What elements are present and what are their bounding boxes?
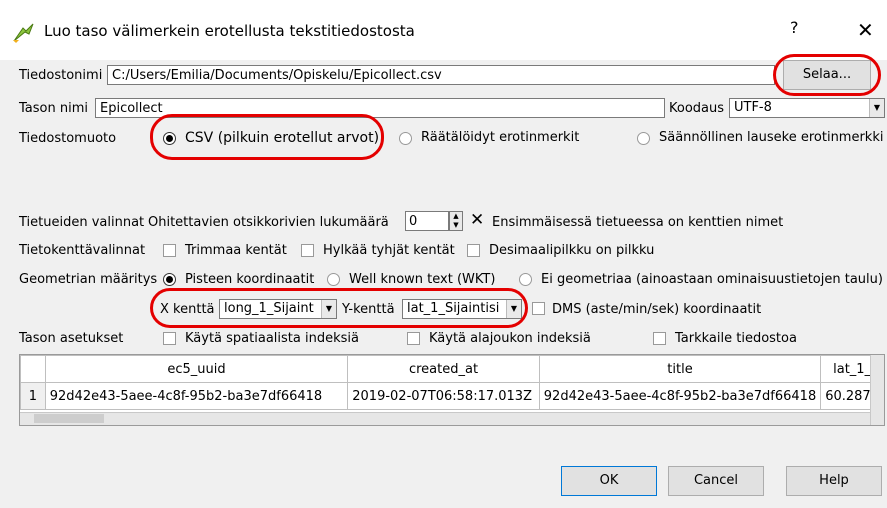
help-button[interactable]: Help — [786, 466, 882, 496]
csv-label: CSV (pilkuin erotellut arvot) — [185, 130, 380, 146]
vertical-scrollbar[interactable] — [870, 355, 884, 425]
table-row[interactable]: 1 92d42e43-5aee-4c8f-95b2-ba3e7df66418 2… — [20, 382, 884, 410]
decimal-comma-label: Desimaalipilkku on pilkku — [489, 243, 655, 258]
watch-file-checkbox[interactable] — [653, 332, 666, 345]
y-field-select[interactable]: lat_1_Sijaintisi ▼ — [402, 299, 522, 319]
point-coords-label: Pisteen koordinaatit — [185, 272, 315, 287]
trim-checkbox[interactable] — [163, 244, 176, 257]
dms-checkbox[interactable] — [532, 302, 545, 315]
dms-label: DMS (aste/min/sek) koordinaatit — [552, 302, 762, 317]
subset-index-checkbox[interactable] — [407, 332, 420, 345]
discard-empty-checkbox[interactable] — [301, 244, 314, 257]
scroll-thumb[interactable] — [34, 414, 104, 423]
wkt-label: Well known text (WKT) — [349, 272, 496, 287]
no-geometry-radio[interactable] — [519, 273, 532, 286]
custom-delim-radio[interactable] — [399, 132, 412, 145]
window-title: Luo taso välimerkein erotellusta tekstit… — [44, 22, 415, 40]
preview-table[interactable]: ec5_uuid created_at title lat_1_ 1 92d42… — [19, 354, 885, 426]
y-field-value: lat_1_Sijaintisi — [407, 301, 500, 316]
encoding-value: UTF-8 — [734, 100, 772, 115]
wkt-radio[interactable] — [327, 273, 340, 286]
table-header-row: ec5_uuid created_at title lat_1_ — [20, 355, 884, 383]
encoding-label: Koodaus — [669, 101, 725, 116]
watch-file-label: Tarkkaile tiedostoa — [675, 331, 797, 346]
column-header[interactable]: created_at — [347, 355, 540, 383]
skip-lines-spinner[interactable]: ▲ ▼ — [449, 211, 463, 231]
browse-button[interactable]: Selaa... — [783, 60, 871, 90]
preview-grid: ec5_uuid created_at title lat_1_ 1 92d42… — [20, 355, 884, 410]
first-record-checkbox[interactable]: ✕ — [470, 210, 484, 230]
geometry-label: Geometrian määritys — [19, 272, 158, 287]
help-title-button[interactable]: ? — [790, 18, 799, 37]
x-field-select[interactable]: long_1_Sijaint ▼ — [219, 299, 337, 319]
point-coords-radio[interactable] — [163, 273, 176, 286]
column-header[interactable]: ec5_uuid — [44, 355, 349, 383]
encoding-select[interactable]: UTF-8 ▼ — [729, 98, 885, 118]
file-path-input[interactable]: C:/Users/Emilia/Documents/Opiskelu/Epico… — [107, 65, 775, 85]
regex-delim-radio[interactable] — [637, 132, 650, 145]
row-number: 1 — [20, 382, 46, 410]
table-cell: 92d42e43-5aee-4c8f-95b2-ba3e7df66418 — [538, 382, 822, 410]
spatial-index-checkbox[interactable] — [163, 332, 176, 345]
chevron-down-icon: ▼ — [506, 300, 521, 318]
records-label: Tietueiden valinnat — [19, 215, 145, 230]
close-button[interactable]: ✕ — [857, 18, 874, 42]
spatial-index-label: Käytä spatiaalista indeksiä — [185, 331, 359, 346]
table-cell: 92d42e43-5aee-4c8f-95b2-ba3e7df66418 — [44, 382, 349, 410]
file-label: Tiedostonimi — [19, 68, 103, 83]
csv-radio[interactable] — [163, 132, 176, 145]
subset-index-label: Käytä alajoukon indeksiä — [429, 331, 591, 346]
trim-label: Trimmaa kentät — [185, 243, 287, 258]
custom-delim-label: Räätälöidyt erotinmerkit — [421, 130, 580, 145]
decimal-comma-checkbox[interactable] — [467, 244, 480, 257]
layer-settings-label: Tason asetukset — [19, 331, 124, 346]
y-field-label: Y-kenttä — [342, 302, 395, 317]
corner-cell — [20, 355, 46, 383]
skip-lines-input[interactable]: 0 — [405, 211, 449, 231]
layer-name-label: Tason nimi — [19, 101, 88, 116]
table-cell: 2019-02-07T06:58:17.013Z — [347, 382, 540, 410]
discard-empty-label: Hylkää tyhjät kentät — [323, 243, 455, 258]
cancel-button[interactable]: Cancel — [668, 466, 764, 496]
chevron-down-icon: ▼ — [869, 99, 884, 117]
chevron-down-icon: ▼ — [321, 300, 336, 318]
skip-lines-label: Ohitettavien otsikkorivien lukumäärä — [148, 215, 389, 230]
format-label: Tiedostomuoto — [19, 131, 117, 146]
x-field-value: long_1_Sijaint — [224, 301, 314, 316]
qgis-icon — [11, 22, 37, 44]
horizontal-scrollbar[interactable] — [20, 412, 872, 425]
x-field-label: X kenttä — [160, 302, 215, 317]
layer-name-input[interactable]: Epicollect — [95, 98, 665, 118]
first-record-label: Ensimmäisessä tietueessa on kenttien nim… — [492, 215, 784, 230]
regex-delim-label: Säännöllinen lauseke erotinmerkki — [659, 130, 884, 145]
fields-label: Tietokenttävalinnat — [19, 243, 146, 258]
ok-button[interactable]: OK — [561, 466, 657, 496]
column-header[interactable]: title — [538, 355, 822, 383]
no-geometry-label: Ei geometriaa (ainoastaan ominaisuustiet… — [541, 272, 883, 287]
